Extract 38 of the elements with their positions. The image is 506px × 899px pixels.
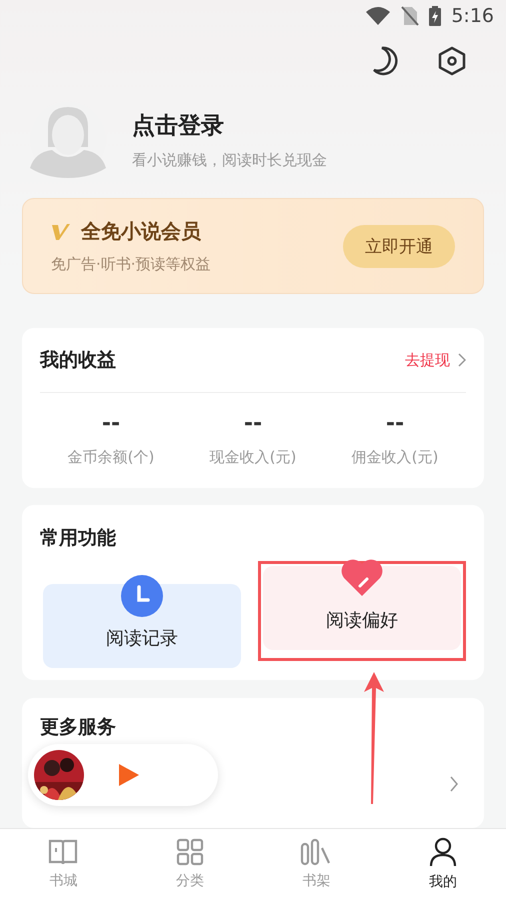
stat-label: 佣金收入(元): [352, 448, 438, 467]
bookshelf-icon: [300, 838, 332, 866]
status-time: 5:16: [451, 5, 494, 27]
moon-icon[interactable]: [372, 46, 400, 76]
stat-label: 现金收入(元): [210, 448, 296, 467]
earnings-title: 我的收益: [40, 348, 117, 373]
login-link[interactable]: 点击登录: [132, 110, 327, 141]
nav-label: 分类: [176, 872, 204, 890]
stat-value: --: [102, 411, 120, 436]
book-icon: [48, 838, 78, 866]
settings-icon[interactable]: [438, 46, 466, 76]
v-icon: [51, 222, 71, 240]
vip-title: 全免小说会员: [81, 218, 201, 245]
nav-label: 书架: [302, 872, 330, 890]
nav-label: 我的: [428, 873, 457, 891]
login-subtitle: 看小说赚钱，阅读时长兑现金: [132, 151, 327, 170]
function-tile[interactable]: 阅读记录: [43, 584, 241, 668]
function-tile[interactable]: 阅读偏好: [263, 566, 461, 650]
wifi-icon: [365, 6, 392, 26]
stat-label: 金币余额(个): [68, 448, 154, 467]
vip-subtitle: 免广告·听书·预读等权益: [51, 255, 211, 274]
clock-icon: [120, 574, 164, 618]
no-sim-icon: [401, 6, 420, 26]
grid-icon: [176, 838, 204, 866]
nav-tab[interactable]: 我的: [380, 829, 506, 899]
services-title: 更多服务: [40, 716, 116, 738]
battery-icon: [429, 6, 442, 26]
heart-icon: [340, 558, 384, 598]
play-icon[interactable]: [118, 763, 140, 787]
functions-title: 常用功能: [40, 527, 116, 549]
stat-value: --: [244, 411, 262, 436]
activate-button[interactable]: 立即开通: [343, 224, 455, 268]
chevron-icon[interactable]: [458, 353, 466, 367]
person-icon: [428, 837, 457, 867]
stat-value: --: [386, 411, 404, 436]
withdraw-link[interactable]: 去提现: [405, 350, 450, 370]
chevron-icon[interactable]: [450, 776, 458, 792]
nav-label: 书城: [49, 872, 78, 890]
